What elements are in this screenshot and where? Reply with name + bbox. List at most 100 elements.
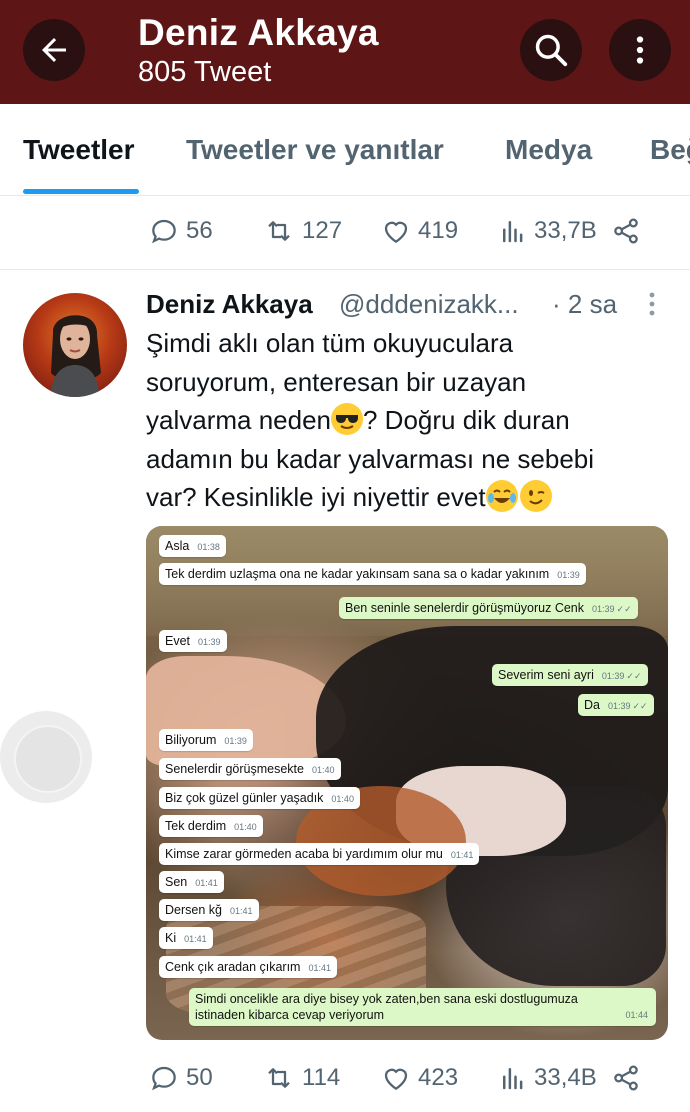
chat-bubble-in: Asla 01:38: [159, 535, 226, 557]
reply-count: 56: [186, 217, 213, 244]
reply-button[interactable]: 56: [148, 211, 213, 251]
active-tab-indicator: [23, 189, 139, 194]
tweet-author-handle[interactable]: @dddenizakk...: [339, 289, 519, 320]
floating-circle-button[interactable]: [0, 711, 92, 803]
double-check-icon: ✓✓: [632, 701, 648, 711]
chat-time: 01:39: [557, 570, 580, 580]
retweet-button[interactable]: 127: [262, 211, 342, 251]
chat-text: Kimse zarar görmeden acaba bi yardımım o…: [165, 847, 443, 861]
share-icon: [614, 218, 638, 244]
chat-time: 01:38: [197, 542, 220, 552]
back-button[interactable]: [23, 19, 85, 81]
chat-bubble-in: Kimse zarar görmeden acaba bi yardımım o…: [159, 843, 480, 865]
double-check-icon: ✓✓: [626, 671, 642, 681]
reply-icon: [152, 1066, 176, 1091]
prev-tweet-actions: 56 127 419 33,7B: [148, 211, 648, 251]
tweet-more-button[interactable]: [642, 290, 662, 318]
chat-bubble-in: Tek derdim uzlaşma ona ne kadar yakınsam…: [159, 563, 586, 585]
chat-time: 01:41: [184, 934, 207, 944]
retweet-button[interactable]: 114: [262, 1058, 340, 1098]
chat-text: Evet: [165, 634, 191, 648]
chat-bubble-out: Severim seni ayri 01:39 ✓✓: [492, 664, 648, 686]
more-options-button[interactable]: [609, 19, 671, 81]
chat-time: 01:39: [607, 701, 631, 711]
like-count: 423: [418, 1064, 459, 1091]
profile-tabs: Tweetler Tweetler ve yanıtlar Medya Beğe…: [0, 104, 690, 196]
chat-time: 01:40: [234, 822, 257, 832]
views-button[interactable]: 33,4B: [498, 1058, 597, 1098]
share-button[interactable]: [610, 211, 642, 251]
chat-bubble-out: Simdi oncelikle ara diye bisey yok zaten…: [189, 988, 656, 1026]
chat-time: 01:44: [625, 1010, 648, 1020]
tweet-text-segment: ? Doğru dik duran: [363, 405, 570, 435]
like-button[interactable]: 423: [380, 1058, 458, 1098]
chat-bubble-in: Dersen kğ 01:41: [159, 899, 259, 921]
tweet-media-image[interactable]: Asla 01:38 Tek derdim uzlaşma ona ne kada…: [146, 526, 668, 1040]
avatar-portrait: [51, 315, 101, 397]
chat-bubble-in: Evet 01:39: [159, 630, 227, 652]
views-icon: [503, 1068, 523, 1090]
chat-bubble-in: Senelerdir görüşmesekte 01:40: [159, 758, 341, 780]
tweet-time[interactable]: · 2 sa: [552, 289, 617, 320]
chat-time: 01:39: [592, 604, 615, 614]
view-count: 33,7B: [534, 217, 597, 244]
chat-time: 01:39: [601, 671, 625, 681]
tweet-text-line: yalvarma neden ? Doğru dik duran: [146, 401, 666, 440]
sunglasses-emoji-icon: [331, 403, 363, 435]
chat-text: Ki: [165, 931, 177, 945]
heart-icon: [384, 1068, 408, 1090]
chat-text: Sen: [165, 875, 188, 889]
chat-text: Simdi oncelikle ara diye bisey yok zaten…: [195, 992, 578, 1022]
retweet-count: 127: [302, 217, 343, 244]
tweet-text-segment: yalvarma neden: [146, 405, 331, 435]
tab-likes[interactable]: Beğeniler: [650, 134, 690, 166]
tweet-text-line: soruyorum, enteresan bir uzayan: [146, 366, 527, 397]
tweet-actions: 50 114 423 33,4B: [148, 1058, 648, 1098]
chat-time: 01:39: [224, 736, 247, 746]
chat-time: 01:40: [331, 794, 354, 804]
tweet-text-line: var? Kesinlikle iyi niyettir evet: [146, 478, 666, 517]
profile-name: Deniz Akkaya: [138, 12, 379, 53]
profile-header: Deniz Akkaya 805 Tweet: [0, 0, 690, 104]
tweet-author-name[interactable]: Deniz Akkaya: [146, 289, 313, 320]
heart-icon: [384, 221, 408, 243]
search-button[interactable]: [520, 19, 582, 81]
chat-time: 01:41: [308, 963, 331, 973]
chat-text: Biliyorum: [165, 733, 217, 747]
tab-tweets-and-replies[interactable]: Tweetler ve yanıtlar: [186, 134, 444, 166]
like-button[interactable]: 419: [380, 211, 458, 251]
share-icon: [614, 1065, 638, 1091]
chat-text: Severim seni ayri: [498, 668, 594, 682]
tears-of-joy-emoji-icon: [485, 480, 518, 512]
chat-text: Asla: [165, 539, 190, 553]
chat-text: Tek derdim uzlaşma ona ne kadar yakınsam…: [165, 567, 550, 581]
like-count: 419: [418, 217, 459, 244]
reply-button[interactable]: 50: [148, 1058, 213, 1098]
chat-text: Ben seninle senelerdir görüşmüyoruz Cenk: [345, 601, 585, 615]
view-count: 33,4B: [534, 1064, 597, 1091]
chat-time: 01:41: [195, 878, 218, 888]
chat-bubble-in: Biz çok güzel günler yaşadık 01:40: [159, 787, 360, 809]
chat-bubble-in: Sen 01:41: [159, 871, 224, 893]
chat-text: Dersen kğ: [165, 903, 222, 917]
search-icon: [535, 34, 568, 67]
tab-tweets[interactable]: Tweetler: [23, 134, 135, 166]
tweet-text-segment: var? Kesinlikle iyi niyettir evet: [146, 482, 486, 512]
reply-icon: [152, 219, 176, 244]
winking-emoji-icon: [519, 480, 552, 512]
tab-media[interactable]: Medya: [505, 134, 592, 166]
share-button[interactable]: [610, 1058, 642, 1098]
more-vertical-icon: [649, 292, 655, 316]
tweet-text-line: adamın bu kadar yalvarması ne sebebi: [146, 443, 595, 474]
avatar[interactable]: [23, 293, 127, 397]
arrow-left-icon: [42, 38, 66, 62]
chat-bubble-in: Biliyorum 01:39: [159, 729, 253, 751]
chat-time: 01:41: [229, 906, 253, 916]
tweet-text-line: Şimdi aklı olan tüm okuyuculara: [146, 328, 514, 358]
chat-bubble-in: Ki 01:41: [159, 927, 213, 949]
tweet-count: 805 Tweet: [138, 56, 272, 88]
chat-text: Biz çok güzel günler yaşadık: [165, 791, 324, 805]
views-button[interactable]: 33,7B: [498, 211, 597, 251]
reply-count: 50: [186, 1064, 213, 1091]
chat-time: 01:40: [311, 765, 335, 775]
